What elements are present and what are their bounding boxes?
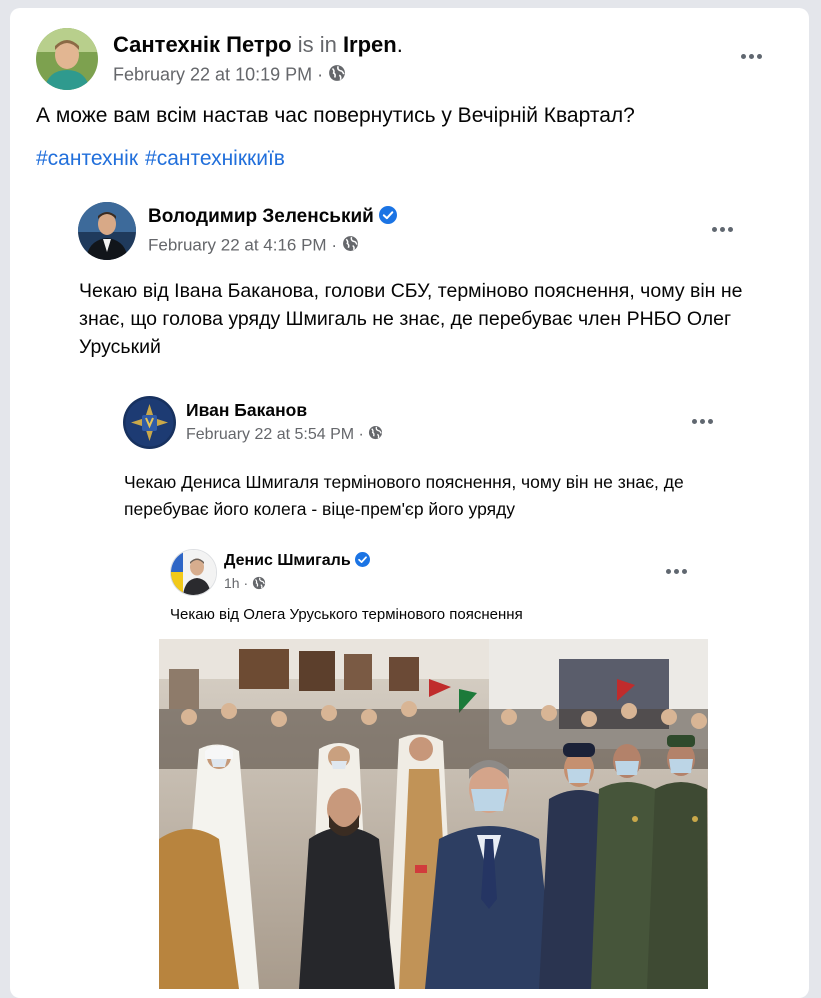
author-avatar-shmyhal[interactable]	[170, 549, 217, 596]
location-link[interactable]: Irpen	[343, 32, 397, 57]
author-avatar-zelensky[interactable]	[78, 202, 136, 260]
shared1-author-name[interactable]: Володимир Зеленський	[148, 206, 374, 227]
globe-icon	[328, 64, 346, 87]
verified-badge-icon	[355, 552, 371, 572]
hashtag-link[interactable]: #сантехнік	[36, 147, 138, 170]
shared3-header: Денис Шмигаль	[224, 552, 371, 572]
shared3-text: Чекаю від Олега Уруського термінового по…	[170, 606, 523, 623]
shared1-timestamp[interactable]: February 22 at 4:16 PM	[148, 235, 327, 254]
shared2-text: Чекаю Дениса Шмигаля термінового пояснен…	[124, 472, 684, 519]
meta-separator: ·	[239, 575, 253, 591]
author-avatar-bakanov[interactable]	[123, 396, 176, 449]
more-options-icon[interactable]	[712, 227, 733, 232]
meta-separator: ·	[312, 64, 329, 85]
post-timestamp[interactable]: February 22 at 10:19 PM	[113, 64, 312, 84]
shared1-text: Чекаю від Івана Баканова, голови СБУ, те…	[79, 280, 743, 358]
shared2-author-name[interactable]: Иван Баканов	[186, 400, 307, 421]
post-text: А може вам всім настав час повернутись у…	[36, 104, 635, 127]
post-card: Сантехнік Петро is in Irpen. February 22…	[10, 8, 809, 998]
more-options-icon[interactable]	[692, 419, 713, 424]
shared3-meta: 1h ·	[224, 575, 266, 593]
globe-icon	[342, 235, 359, 257]
shared3-author-name[interactable]: Денис Шмигаль	[224, 552, 351, 569]
more-options-icon[interactable]	[741, 54, 762, 59]
globe-icon	[252, 576, 266, 593]
verified-badge-icon	[379, 206, 398, 230]
header-period: .	[396, 32, 403, 57]
post-header: Сантехнік Петро is in Irpen.	[113, 32, 403, 58]
globe-icon	[368, 425, 383, 445]
post-meta: February 22 at 10:19 PM ·	[113, 64, 346, 87]
post-photo[interactable]	[159, 639, 708, 989]
shared3-timestamp[interactable]: 1h	[224, 575, 240, 591]
more-options-icon[interactable]	[666, 569, 687, 574]
author-name[interactable]: Сантехнік Петро	[113, 32, 292, 57]
hashtags: #сантехнік #сантехніккиїв	[36, 147, 292, 171]
author-avatar-petro[interactable]	[36, 28, 98, 90]
hashtag-link[interactable]: #сантехніккиїв	[145, 147, 285, 170]
photo-crowd-illustration	[159, 639, 708, 989]
meta-separator: ·	[326, 235, 342, 255]
is-in-text: is in	[291, 32, 343, 57]
meta-separator: ·	[354, 426, 369, 444]
shared1-meta: February 22 at 4:16 PM ·	[148, 235, 359, 257]
shared1-header: Володимир Зеленський	[148, 206, 398, 230]
shared2-timestamp[interactable]: February 22 at 5:54 PM	[186, 426, 354, 443]
shared2-meta: February 22 at 5:54 PM ·	[186, 425, 383, 445]
